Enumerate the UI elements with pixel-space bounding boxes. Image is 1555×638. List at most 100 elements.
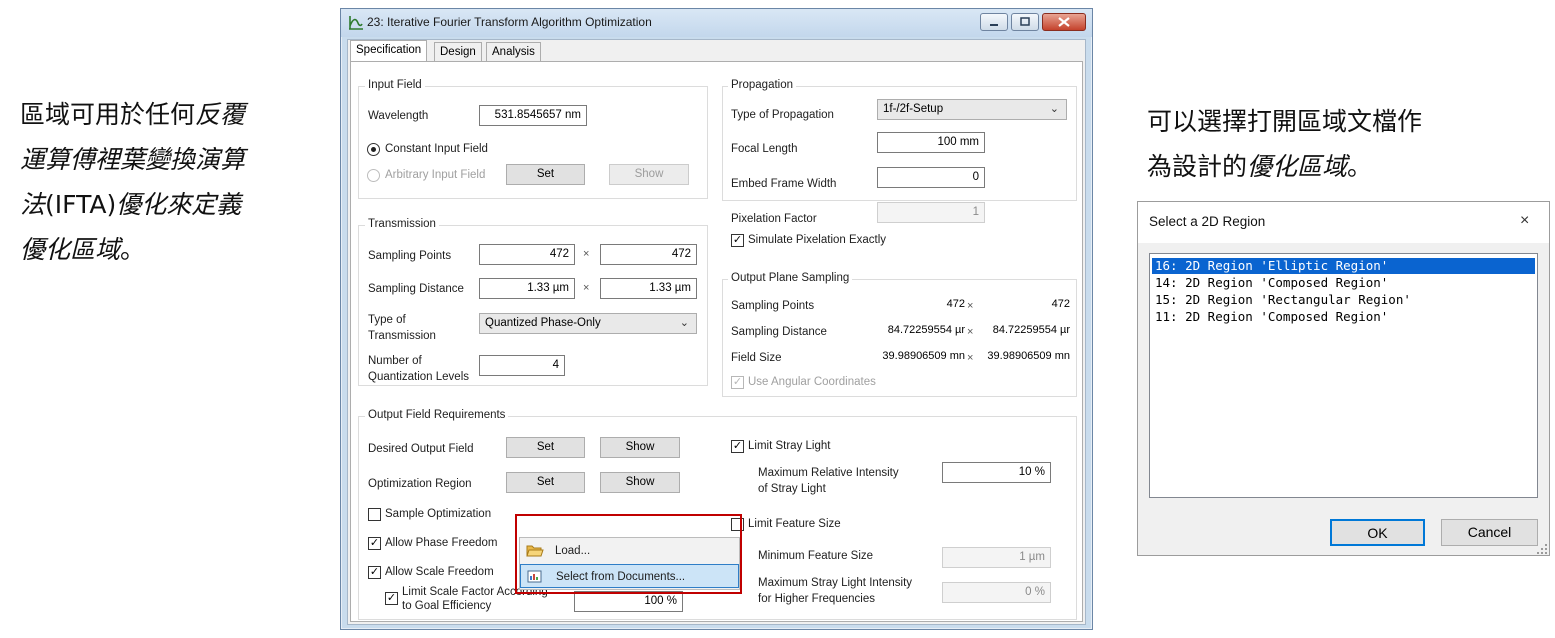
left-annotation-line-3: 法(IFTA)優化來定義 (20, 190, 242, 219)
max-relative-intensity-field[interactable]: 10 % (942, 462, 1051, 483)
field-size-x: 39.98906509 mn (877, 348, 965, 366)
tab-specification[interactable]: Specification (350, 40, 428, 62)
folder-open-icon (526, 545, 544, 557)
transmission-type-value: Quantized Phase-Only (485, 317, 601, 329)
optimization-region-menu-callout: Load... Select from Documents... (515, 514, 742, 594)
constant-input-field-label: Constant Input Field (385, 143, 488, 155)
close-icon (1058, 17, 1070, 27)
quantization-levels-label-1: Number of (368, 355, 422, 367)
region-list[interactable]: 16: 2D Region 'Elliptic Region' 14: 2D R… (1149, 253, 1538, 498)
transmission-sampling-points-y[interactable]: 472 (600, 244, 697, 265)
limit-stray-light-label: Limit Stray Light (748, 440, 831, 452)
min-feature-size-field[interactable]: 1 µm (942, 547, 1051, 568)
optimization-region-show-button[interactable]: Show (600, 472, 680, 493)
propagation-group-label: Propagation (728, 79, 797, 91)
output-sampling-points-y: 472 (979, 296, 1070, 314)
menu-item-select-from-documents-label: Select from Documents... (556, 571, 686, 583)
min-feature-size-label: Minimum Feature Size (758, 550, 874, 562)
right-annotation-line-2: 為設計的優化區域。 (1147, 152, 1373, 181)
pixelation-factor-field[interactable]: 1 (877, 202, 985, 223)
window-titlebar[interactable]: 23: Iterative Fourier Transform Algorith… (341, 9, 1092, 37)
ifta-window: 23: Iterative Fourier Transform Algorith… (340, 8, 1093, 630)
menu-item-load[interactable]: Load... (520, 539, 739, 563)
sample-optimization-checkbox[interactable] (368, 508, 381, 521)
quantization-levels-field[interactable]: 4 (479, 355, 565, 376)
menu-item-select-from-documents[interactable]: Select from Documents... (520, 564, 739, 588)
angular-coordinates-checkbox[interactable]: ✓ (731, 376, 744, 389)
limit-stray-light-checkbox[interactable]: ✓ (731, 440, 744, 453)
sample-optimization-label: Sample Optimization (385, 508, 492, 520)
quantization-levels-label-2: Quantization Levels (368, 371, 470, 383)
transmission-type-select[interactable]: Quantized Phase-Only ⌄ (479, 313, 697, 334)
times-sign: × (583, 248, 590, 260)
desired-output-show-button[interactable]: Show (600, 437, 680, 458)
list-item[interactable]: 15: 2D Region 'Rectangular Region' (1152, 292, 1535, 308)
propagation-type-select[interactable]: 1f-/2f-Setup ⌄ (877, 99, 1067, 120)
times-sign: × (583, 282, 590, 294)
cancel-button[interactable]: Cancel (1441, 519, 1538, 546)
dialog-title: Select a 2D Region (1149, 214, 1266, 229)
max-relative-intensity-label-2: of Stray Light (758, 483, 826, 495)
simulate-pixelation-checkbox[interactable]: ✓ (731, 234, 744, 247)
window-client: Specification Design Analysis Input Fiel… (347, 39, 1086, 625)
desired-output-set-button[interactable]: Set (506, 437, 585, 458)
transmission-type-label-2: Transmission (368, 330, 436, 342)
window-title: 23: Iterative Fourier Transform Algorith… (367, 15, 652, 29)
scale-freedom-checkbox[interactable]: ✓ (368, 566, 381, 579)
max-stray-higher-field[interactable]: 0 % (942, 582, 1051, 603)
focal-length-label: Focal Length (731, 143, 798, 155)
app-icon (349, 16, 363, 30)
output-sampling-distance-x: 84.72259554 µr (877, 322, 965, 340)
times-sign: × (967, 326, 974, 338)
output-plane-group-label: Output Plane Sampling (728, 272, 853, 284)
resize-grip-icon[interactable] (1536, 543, 1548, 555)
propagation-type-value: 1f-/2f-Setup (883, 103, 944, 115)
transmission-sampling-points-x[interactable]: 472 (479, 244, 575, 265)
dialog-titlebar[interactable]: Select a 2D Region × (1138, 202, 1549, 243)
input-field-set-button[interactable]: Set (506, 164, 585, 185)
tab-analysis[interactable]: Analysis (486, 42, 541, 62)
documents-icon (527, 570, 542, 583)
limit-feature-size-label: Limit Feature Size (748, 518, 841, 530)
chevron-down-icon: ⌄ (1049, 103, 1059, 115)
max-stray-higher-label-2: for Higher Frequencies (758, 593, 875, 605)
ok-button[interactable]: OK (1330, 519, 1425, 546)
list-item[interactable]: 14: 2D Region 'Composed Region' (1152, 275, 1535, 291)
output-sampling-points-x: 472 (877, 296, 965, 314)
max-relative-intensity-label-1: Maximum Relative Intensity (758, 467, 899, 479)
maximize-button[interactable] (1011, 13, 1039, 31)
phase-freedom-checkbox[interactable]: ✓ (368, 537, 381, 550)
constant-input-field-radio[interactable] (367, 143, 380, 156)
transmission-type-label-1: Type of (368, 314, 406, 326)
minimize-button[interactable] (980, 13, 1008, 31)
field-size-y: 39.98906509 mn (979, 348, 1070, 366)
max-stray-higher-label-1: Maximum Stray Light Intensity (758, 577, 913, 589)
wavelength-field[interactable]: 531.8545657 nm (479, 105, 587, 126)
propagation-type-label: Type of Propagation (731, 109, 834, 121)
list-item[interactable]: 11: 2D Region 'Composed Region' (1152, 309, 1535, 325)
embed-frame-width-field[interactable]: 0 (877, 167, 985, 188)
transmission-sampling-points-label: Sampling Points (368, 250, 452, 262)
right-annotation: 可以選擇打開區域文檔作 為設計的優化區域。 (1147, 99, 1547, 189)
output-sampling-distance-label: Sampling Distance (731, 326, 827, 338)
transmission-sampling-distance-y[interactable]: 1.33 µm (600, 278, 697, 299)
pixelation-factor-label: Pixelation Factor (731, 213, 817, 225)
limit-scale-checkbox[interactable]: ✓ (385, 592, 398, 605)
list-item[interactable]: 16: 2D Region 'Elliptic Region' (1151, 257, 1536, 275)
times-sign: × (967, 352, 974, 364)
optimization-region-set-button[interactable]: Set (506, 472, 585, 493)
output-sampling-points-label: Sampling Points (731, 300, 815, 312)
times-sign: × (967, 300, 974, 312)
transmission-group-label: Transmission (365, 218, 439, 230)
input-field-show-button[interactable]: Show (609, 164, 689, 185)
select-region-dialog: Select a 2D Region × 16: 2D Region 'Elli… (1137, 201, 1550, 556)
focal-length-field[interactable]: 100 mm (877, 132, 985, 153)
transmission-sampling-distance-x[interactable]: 1.33 µm (479, 278, 575, 299)
arbitrary-input-field-radio[interactable] (367, 169, 380, 182)
tab-design[interactable]: Design (434, 42, 482, 62)
close-button[interactable] (1042, 13, 1086, 31)
dialog-close-icon[interactable]: × (1520, 212, 1529, 230)
left-annotation-line-2: 運算傅裡葉變換演算 (20, 145, 246, 174)
limit-scale-field[interactable]: 100 % (574, 591, 683, 612)
input-field-group-label: Input Field (365, 79, 425, 91)
